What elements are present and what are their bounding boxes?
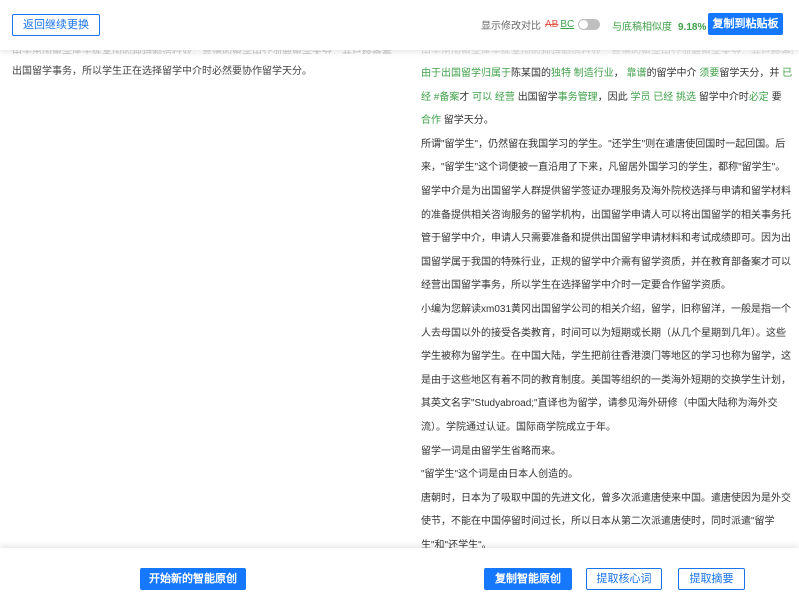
diff-removed-sample: AB bbox=[545, 18, 559, 30]
diff-added-sample: BC bbox=[560, 18, 575, 30]
extract-keywords-button[interactable]: 提取核心词 bbox=[586, 568, 662, 590]
start-new-rewrite-button[interactable]: 开始新的智能原创 bbox=[140, 568, 246, 590]
rewritten-text: 由于出国留学归属于陈某国的独特 制造行业， 靠谱的留学中介 须要留学天分，并 已… bbox=[421, 62, 794, 548]
bottom-toolbar: 开始新的智能原创 复制智能原创 提取核心词 提取摘要 bbox=[0, 548, 799, 599]
rewritten-paragraph-4: 留学一词是由留学生省略而来。 bbox=[421, 445, 561, 457]
similarity-label: 与底稿相似度 bbox=[612, 22, 672, 33]
rewritten-paragraph-1: 由于出国留学归属于陈某国的独特 制造行业， 靠谱的留学中介 须要留学天分，并 已… bbox=[421, 68, 793, 127]
diff-label: 显示修改对比 bbox=[481, 20, 541, 32]
copy-rewrite-button[interactable]: 复制智能原创 bbox=[484, 568, 572, 590]
rewritten-paragraph-5: "留学生"这个词是由日本人创造的。 bbox=[421, 469, 579, 481]
diff-switch[interactable] bbox=[578, 18, 601, 30]
switch-knob bbox=[579, 19, 589, 29]
top-toolbar: 返回继续更换 显示修改对比 AB BC 与底稿相似度 9.18% 复制到粘贴板 bbox=[0, 0, 799, 50]
rewritten-paragraph-6: 唐朝时，日本为了吸取中国的先进文化，曾多次派遣唐使来中国。遣唐使因为是外交使节，… bbox=[421, 492, 791, 548]
rewritten-paragraph-2: 所谓"留学生"，仍然留在我国学习的学生。"还学生"则在遣唐使回国时一起回国。后来… bbox=[421, 138, 791, 292]
similarity-value: 9.18% bbox=[678, 22, 707, 33]
extract-summary-button[interactable]: 提取摘要 bbox=[678, 568, 745, 590]
back-continue-button[interactable]: 返回继续更换 bbox=[12, 14, 100, 36]
rewritten-paragraph-3: 小编为您解读xm031黄冈出国留学公司的相关介绍，留学，旧称留洋，一般是指一个人… bbox=[421, 303, 792, 433]
original-text: 出国留学事务，所以学生正在选择留学中介时必然要协作留学天分。 bbox=[12, 66, 312, 77]
similarity-indicator: 与底稿相似度 9.18% bbox=[612, 18, 706, 33]
copy-to-clipboard-button[interactable]: 复制到粘贴板 bbox=[708, 13, 783, 35]
diff-toggle[interactable]: 显示修改对比 AB BC bbox=[481, 16, 601, 32]
